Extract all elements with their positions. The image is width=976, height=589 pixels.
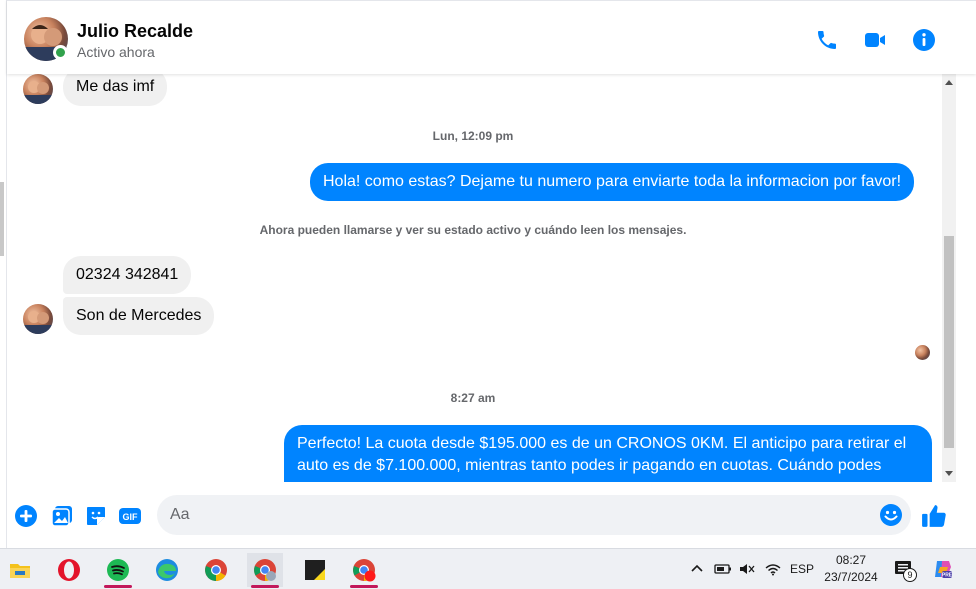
messenger-chat-window: Julio Recalde Activo ahora Me das imf Lu… [7, 0, 976, 548]
spotify-icon[interactable] [100, 553, 136, 588]
svg-text:PRE: PRE [942, 573, 953, 579]
outgoing-message-line: Perfecto! La cuota desde $195.000 es de … [297, 435, 907, 452]
chrome-profile-icon[interactable] [247, 553, 283, 588]
running-indicator [104, 585, 132, 588]
notification-count-badge: 9 [903, 568, 917, 582]
outgoing-message[interactable]: Hola! como estas? Dejame tu numero para … [310, 163, 915, 201]
file-explorer-icon[interactable] [2, 553, 38, 587]
running-indicator [251, 585, 279, 588]
system-clock[interactable]: 08:27 23/7/2024 [818, 552, 884, 586]
chrome-browser-icon[interactable] [198, 553, 234, 587]
voice-call-icon[interactable] [815, 28, 839, 52]
background-window-edge [0, 0, 7, 548]
opera-browser-icon[interactable] [51, 553, 87, 587]
emoji-icon[interactable] [879, 503, 903, 527]
system-notice: Ahora pueden llamarse y ver su estado ac… [259, 223, 687, 237]
message-timestamp: 8:27 am [450, 391, 496, 405]
clock-date: 23/7/2024 [824, 570, 878, 584]
message-scrollbar[interactable] [942, 74, 956, 482]
input-language[interactable]: ESP [790, 562, 814, 589]
svg-text:GIF: GIF [123, 512, 139, 522]
video-call-icon[interactable] [863, 28, 887, 52]
message-list[interactable]: Me das imf Lun, 12:09 pm Hola! como esta… [7, 74, 939, 482]
copilot-icon[interactable]: PRE [933, 559, 953, 589]
outgoing-message-line: auto es de $7.100.000, mientras tanto po… [297, 457, 882, 474]
edge-browser-icon[interactable] [149, 553, 185, 587]
running-indicator [350, 585, 378, 588]
message-input-placeholder: Aa [170, 506, 190, 523]
incoming-message[interactable]: Son de Mercedes [63, 297, 215, 335]
chrome-recording-icon[interactable] [346, 553, 382, 588]
scroll-down-icon[interactable] [945, 471, 953, 476]
scrollbar-thumb[interactable] [944, 236, 954, 448]
seen-receipt-avatar [915, 345, 930, 360]
incoming-message[interactable]: Me das imf [63, 74, 168, 106]
outgoing-message[interactable]: Perfecto! La cuota desde $195.000 es de … [284, 425, 932, 482]
windows-taskbar: ESP 08:27 23/7/2024 9 PRE [0, 548, 976, 589]
message-composer: GIF Aa [7, 482, 976, 548]
scroll-up-icon[interactable] [945, 80, 953, 85]
message-input[interactable]: Aa [157, 495, 911, 535]
background-scrollbar-thumb[interactable] [0, 182, 4, 256]
attach-photo-icon[interactable] [50, 504, 74, 528]
message-timestamp: Lun, 12:09 pm [432, 129, 514, 143]
show-hidden-icons-chevron-icon[interactable] [690, 562, 704, 589]
chat-header: Julio Recalde Activo ahora [7, 0, 976, 74]
sender-avatar[interactable] [23, 304, 53, 334]
volume-muted-icon[interactable] [739, 562, 755, 589]
screen: Julio Recalde Activo ahora Me das imf Lu… [0, 0, 976, 589]
clock-time: 08:27 [835, 553, 867, 567]
contact-status: Activo ahora [77, 44, 155, 60]
online-status-dot [53, 45, 68, 60]
gif-icon[interactable]: GIF [118, 504, 142, 528]
wifi-icon[interactable] [765, 562, 781, 589]
conversation-info-icon[interactable] [912, 28, 936, 52]
thumbs-up-like-icon[interactable] [921, 503, 947, 529]
notifications-icon[interactable]: 9 [894, 559, 917, 589]
sticker-icon[interactable] [84, 504, 108, 528]
sticky-notes-icon[interactable] [297, 553, 333, 587]
contact-name[interactable]: Julio Recalde [77, 21, 193, 42]
battery-icon[interactable] [714, 562, 732, 589]
more-actions-plus-icon[interactable] [14, 504, 38, 528]
sender-avatar[interactable] [23, 74, 53, 104]
incoming-message[interactable]: 02324 342841 [63, 256, 192, 294]
